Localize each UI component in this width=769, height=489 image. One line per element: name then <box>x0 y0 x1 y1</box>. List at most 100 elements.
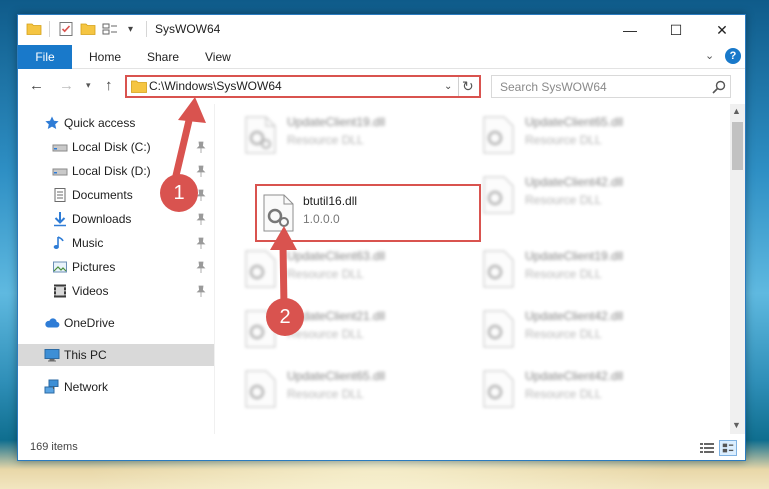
tab-home[interactable]: Home <box>89 50 121 64</box>
file-tile[interactable]: UpdateClient19.dll Resource DLL <box>475 242 695 294</box>
file-tile[interactable]: UpdateClient42.dll Resource DLL <box>475 302 695 354</box>
drive-icon <box>52 168 68 176</box>
sidebar-item-label: Downloads <box>72 212 132 226</box>
address-path[interactable]: C:\Windows\SysWOW64 <box>149 79 282 93</box>
close-button[interactable]: ✕ <box>699 15 745 45</box>
dll-file-icon <box>483 310 514 348</box>
sidebar-item-label: Pictures <box>72 260 116 274</box>
file-name: UpdateClient42.dll <box>525 369 624 383</box>
quick-access-divider <box>49 21 50 37</box>
scroll-down-icon[interactable]: ▼ <box>732 420 741 430</box>
pin-icon[interactable] <box>196 261 206 273</box>
expand-ribbon-icon[interactable]: ⌄ <box>705 49 714 62</box>
network-icon <box>44 379 59 394</box>
file-name: UpdateClient42.dll <box>525 175 624 189</box>
file-name: UpdateClient63.dll <box>287 249 386 263</box>
pin-icon[interactable] <box>196 237 206 249</box>
file-name: btutil16.dll <box>303 194 358 208</box>
details-view-icon[interactable] <box>699 441 715 455</box>
file-description: Resource DLL <box>287 267 364 281</box>
step-2-badge: 2 <box>266 298 304 336</box>
cloud-icon <box>45 318 60 328</box>
file-name: UpdateClient19.dll <box>287 115 386 129</box>
scroll-up-icon[interactable]: ▲ <box>732 106 741 116</box>
file-list: UpdateClient19.dll Resource DLL btutil16… <box>215 104 730 434</box>
vertical-scrollbar[interactable]: ▲ ▼ <box>730 104 745 434</box>
quick-access-dropdown-icon[interactable]: ▾ <box>128 24 144 40</box>
tiles-view-icon[interactable] <box>719 440 737 456</box>
navigation-pane: Quick access Local Disk (C:) Local Disk … <box>18 104 214 434</box>
file-tile[interactable]: UpdateClient42.dll Resource DLL <box>475 362 695 414</box>
pin-icon[interactable] <box>196 285 206 297</box>
file-name: UpdateClient42.dll <box>525 309 624 323</box>
properties-icon[interactable] <box>58 21 74 37</box>
star-icon <box>45 116 59 129</box>
help-icon[interactable]: ? <box>725 48 741 64</box>
tab-share[interactable]: Share <box>147 50 179 64</box>
sidebar-item-pictures[interactable]: Pictures <box>18 256 214 278</box>
file-description: Resource DLL <box>287 387 364 401</box>
folder-icon[interactable] <box>26 21 42 37</box>
file-description: Resource DLL <box>525 327 602 341</box>
file-description: Resource DLL <box>525 193 602 207</box>
forward-arrow-icon[interactable]: → <box>59 77 74 94</box>
sidebar-item-network[interactable]: Network <box>18 376 214 398</box>
dll-file-icon <box>483 116 514 154</box>
up-arrow-icon[interactable]: ↑ <box>105 77 113 94</box>
dll-file-icon <box>245 370 276 408</box>
minimize-button[interactable]: — <box>607 15 653 45</box>
file-tile[interactable]: UpdateClient63.dll Resource DLL <box>237 242 457 294</box>
sidebar-item-label: This PC <box>64 348 107 362</box>
sidebar-item-label: Documents <box>72 188 133 202</box>
search-input[interactable]: Search SysWOW64 <box>500 80 607 94</box>
sidebar-item-music[interactable]: Music <box>18 232 214 254</box>
ribbon-tabs: File Home Share View ⌄ ? <box>18 45 745 69</box>
sidebar-item-label: Network <box>64 380 109 394</box>
sidebar-item-quick-access[interactable]: Quick access <box>18 112 214 134</box>
file-tile[interactable]: UpdateClient42.dll Resource DLL <box>475 168 695 220</box>
maximize-button[interactable]: ☐ <box>653 15 699 45</box>
sidebar-item-label: OneDrive <box>64 316 115 330</box>
step-1-badge: 1 <box>160 174 198 212</box>
address-divider <box>458 77 459 96</box>
file-description: Resource DLL <box>525 387 602 401</box>
drive-icon <box>52 144 68 152</box>
pin-icon[interactable] <box>196 213 206 225</box>
address-bar[interactable]: C:\Windows\SysWOW64 ⌄ ↻ <box>125 75 481 98</box>
new-folder-icon[interactable] <box>80 21 96 37</box>
refresh-icon[interactable]: ↻ <box>462 78 474 95</box>
computer-icon <box>44 349 60 362</box>
pin-icon[interactable] <box>196 165 206 177</box>
back-arrow-icon[interactable]: ← <box>29 77 44 94</box>
sidebar-item-label: Videos <box>72 284 109 298</box>
sidebar-item-this-pc[interactable]: This PC <box>18 344 214 366</box>
search-icon[interactable] <box>711 79 727 95</box>
file-tile[interactable]: UpdateClient65.dll Resource DLL <box>475 108 695 160</box>
file-tile[interactable]: UpdateClient65.dll Resource DLL <box>237 362 457 414</box>
customize-toolbar-icon[interactable] <box>102 21 118 37</box>
tab-view[interactable]: View <box>205 50 231 64</box>
file-tile[interactable]: UpdateClient19.dll Resource DLL <box>237 108 457 160</box>
item-count: 169 items <box>30 441 78 453</box>
address-dropdown-icon[interactable]: ⌄ <box>444 81 452 92</box>
sidebar-item-local-disk-c[interactable]: Local Disk (C:) <box>18 136 214 158</box>
window-title: SysWOW64 <box>155 22 221 36</box>
file-description: Resource DLL <box>525 133 602 147</box>
dll-file-icon <box>245 116 276 154</box>
recent-locations-icon[interactable]: ▾ <box>86 80 91 91</box>
folder-icon <box>131 80 147 93</box>
sidebar-item-onedrive[interactable]: OneDrive <box>18 312 214 334</box>
file-description: Resource DLL <box>525 267 602 281</box>
dll-file-icon <box>483 250 514 288</box>
download-icon <box>54 212 66 227</box>
file-tile-highlighted[interactable]: btutil16.dll 1.0.0.0 <box>255 184 481 242</box>
search-box[interactable]: Search SysWOW64 <box>491 75 731 98</box>
pin-icon[interactable] <box>196 141 206 153</box>
sidebar-item-label: Local Disk (C:) <box>72 140 151 154</box>
scrollbar-thumb[interactable] <box>732 122 743 170</box>
file-name: UpdateClient65.dll <box>525 115 624 129</box>
dll-file-icon <box>263 194 294 232</box>
sidebar-item-videos[interactable]: Videos <box>18 280 214 302</box>
sidebar-item-downloads[interactable]: Downloads <box>18 208 214 230</box>
tab-file[interactable]: File <box>18 45 72 69</box>
